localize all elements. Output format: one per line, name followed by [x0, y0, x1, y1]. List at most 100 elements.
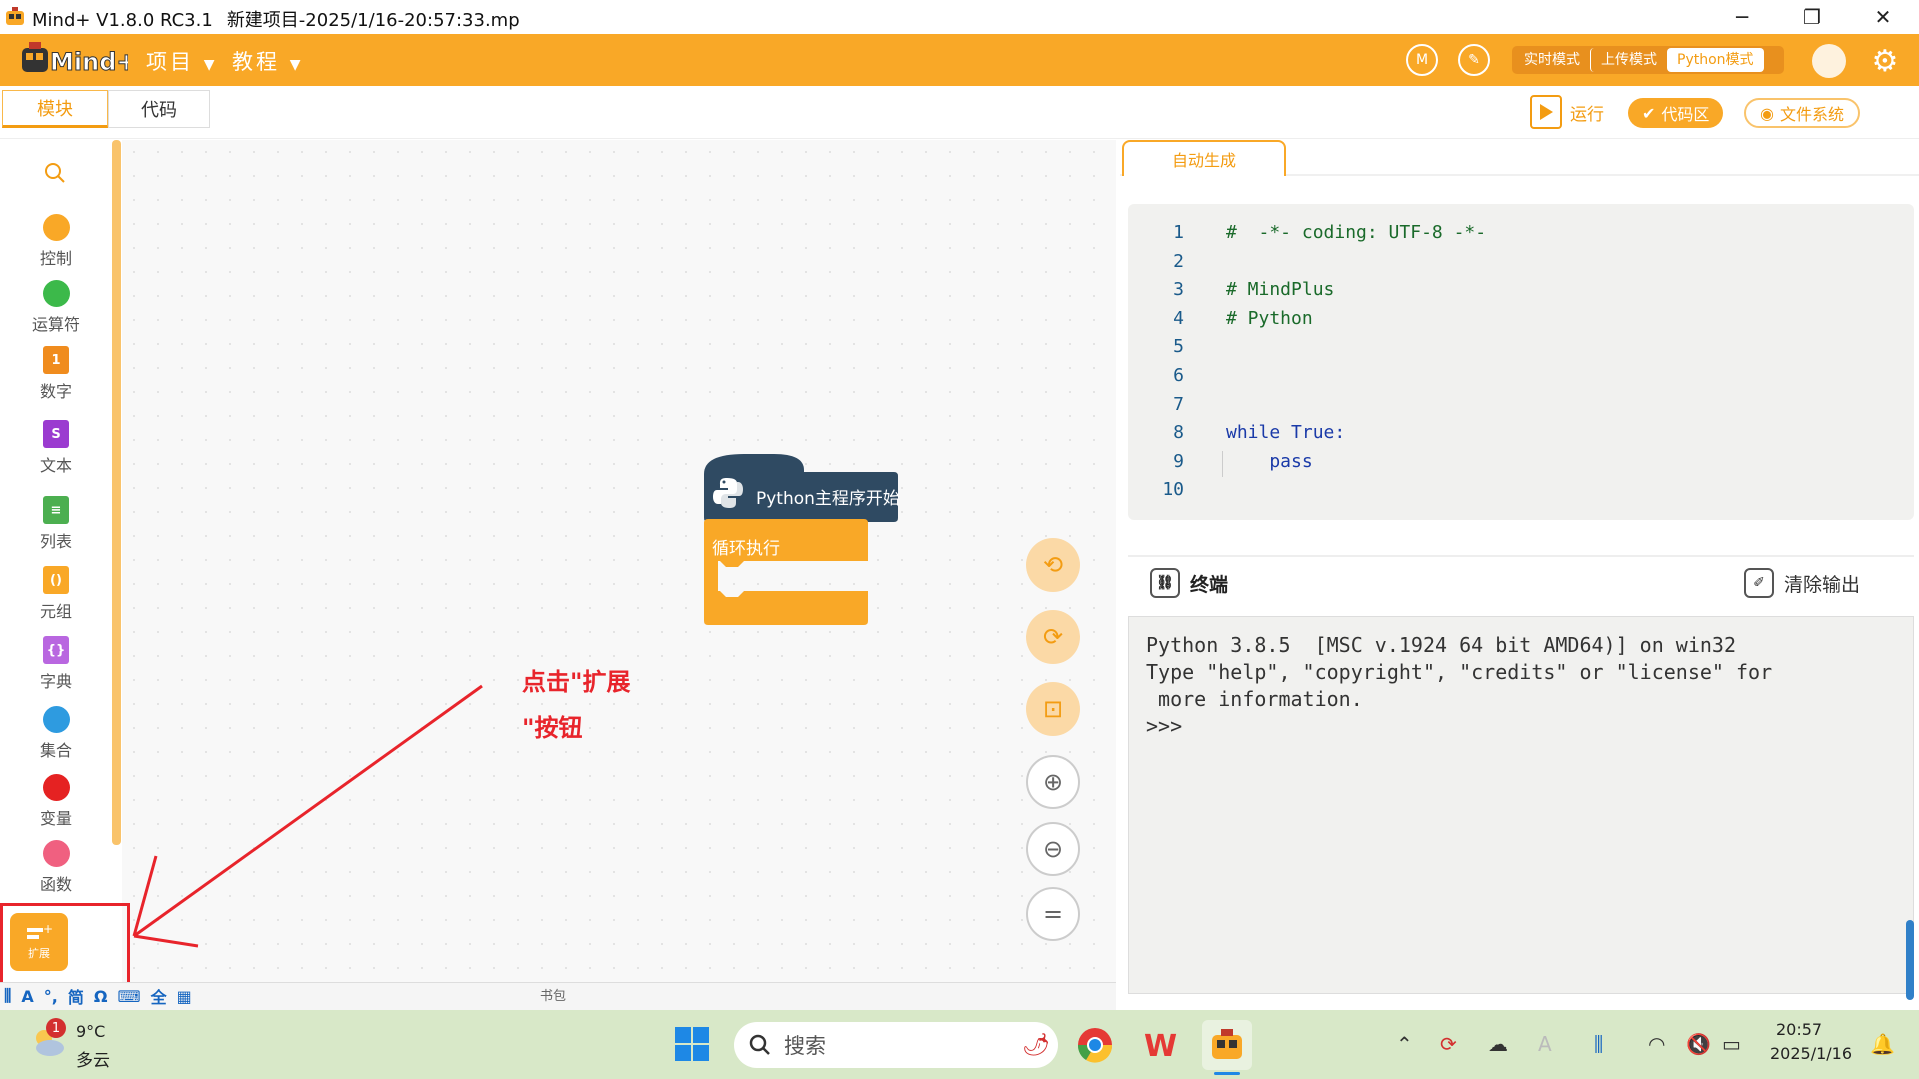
category-label: 元组	[39, 602, 72, 621]
tab-auto-generate[interactable]: 自动生成	[1122, 140, 1286, 176]
chili-pepper-icon: 🌶	[1022, 1032, 1050, 1058]
notification-bell-icon[interactable]: 🔔	[1870, 1032, 1895, 1056]
maximize-button[interactable]: ❐	[1784, 0, 1840, 34]
mindplus-taskbar-icon[interactable]	[1202, 1020, 1252, 1070]
edit-icon[interactable]: ✎	[1458, 44, 1490, 76]
zoom-reset-icon[interactable]: =	[1026, 887, 1080, 941]
undo-icon[interactable]: ⟲	[1026, 538, 1080, 592]
file-system-label: 文件系统	[1779, 105, 1844, 124]
code-line: 9 pass	[1148, 451, 1313, 480]
category-item[interactable]: 运算符	[8, 280, 104, 335]
annotation-line1: 点击"扩展	[522, 668, 631, 696]
svg-text:W: W	[1144, 1029, 1177, 1064]
category-item[interactable]: 函数	[8, 840, 104, 895]
taskbar-search[interactable]: 搜索 🌶	[734, 1022, 1058, 1068]
code-line: 8 while True:	[1148, 422, 1345, 451]
category-color-icon: ≡	[43, 496, 69, 524]
windows-start-icon[interactable]	[674, 1026, 710, 1062]
file-system-toggle[interactable]: ◉ 文件系统	[1744, 98, 1860, 128]
battery-icon[interactable]: ▭	[1722, 1032, 1741, 1056]
line-number: 6	[1173, 365, 1184, 386]
crop-icon[interactable]: ⊡	[1026, 682, 1080, 736]
category-color-icon: {}	[43, 636, 69, 664]
grid-icon[interactable]: ▦	[177, 987, 192, 1006]
ime-simplified[interactable]: 简	[68, 984, 84, 1008]
annotation-line2: "按钮	[522, 714, 583, 742]
annotation-arrow	[132, 684, 483, 948]
cloud-icon[interactable]: ☁	[1488, 1032, 1508, 1056]
category-color-icon	[42, 774, 70, 801]
speaker-muted-icon[interactable]: 🔇	[1686, 1032, 1711, 1056]
user-avatar-icon[interactable]	[1812, 44, 1846, 78]
category-label: 运算符	[31, 315, 80, 334]
run-label: 运行	[1570, 104, 1604, 125]
clock-time[interactable]: 20:57	[1776, 1020, 1822, 1039]
ime-toolbar: ⫼ A °, 简 Ω ⌨ 全 ▦	[4, 984, 192, 1008]
voice-icon[interactable]: ⫼	[4, 986, 11, 1006]
radio-icon: ◉	[1760, 103, 1774, 123]
category-item[interactable]: ≡ 列表	[8, 496, 104, 552]
menu-tutorial-label: 教程	[232, 50, 280, 74]
ime-char-a[interactable]: A	[21, 987, 33, 1006]
code-line: 5	[1148, 336, 1226, 365]
wps-icon[interactable]: W	[1136, 1020, 1186, 1070]
category-item[interactable]: 集合	[8, 706, 104, 761]
menu-project-label: 项目	[146, 50, 194, 74]
search-icon[interactable]	[44, 162, 66, 190]
sync-icon[interactable]: ⟳	[1440, 1032, 1457, 1056]
chevron-up-icon[interactable]: ⌃	[1396, 1032, 1413, 1056]
category-color-icon: ()	[43, 566, 69, 594]
redo-icon[interactable]: ⟳	[1026, 610, 1080, 664]
weather-temperature: 9°C	[76, 1022, 106, 1041]
chrome-icon[interactable]	[1070, 1020, 1120, 1070]
ime-symbol[interactable]: Ω	[94, 987, 108, 1006]
link-icon: ⛓	[1150, 568, 1180, 598]
line-number: 7	[1173, 393, 1184, 415]
category-item[interactable]: () 元组	[8, 566, 104, 622]
category-item[interactable]: 控制	[8, 214, 104, 269]
menu-tutorial[interactable]: 教程 ▼	[232, 46, 303, 76]
category-item[interactable]: {} 字典	[8, 636, 104, 692]
menu-project[interactable]: 项目 ▼	[146, 46, 217, 76]
category-item[interactable]: 变量	[8, 774, 104, 829]
mindplus-logo: Mind+	[20, 40, 137, 80]
category-color-icon	[42, 706, 70, 733]
project-title: 新建项目-2025/1/16-20:57:33.mp	[226, 10, 520, 31]
category-color-icon	[42, 214, 70, 241]
voice-input-icon[interactable]: ⫼	[1594, 1032, 1603, 1056]
zoom-out-icon[interactable]: ⊖	[1026, 822, 1080, 876]
dashboard-icon[interactable]: M	[1406, 44, 1438, 76]
run-button[interactable]: 运行	[1530, 94, 1604, 130]
code-text: while True:	[1226, 422, 1346, 444]
category-label: 字典	[39, 672, 72, 691]
tab-code[interactable]: 代码	[108, 90, 210, 128]
line-number: 10	[1162, 479, 1184, 501]
punctuation-icon[interactable]: °,	[44, 987, 58, 1006]
category-item[interactable]: S 文本	[8, 420, 104, 476]
minimize-button[interactable]: ─	[1714, 0, 1770, 34]
close-button[interactable]: ✕	[1855, 0, 1911, 34]
clock-date[interactable]: 2025/1/16	[1770, 1044, 1852, 1063]
backpack-label[interactable]: 书包	[540, 985, 566, 1004]
zoom-in-icon[interactable]: ⊕	[1026, 755, 1080, 809]
category-item[interactable]: 1 数字	[8, 346, 104, 402]
weather-badge: 1	[46, 1018, 66, 1038]
mode-upload[interactable]: 上传模式	[1590, 48, 1667, 72]
active-app-indicator	[1214, 1072, 1240, 1075]
category-label: 数字	[39, 382, 72, 401]
tab-blocks[interactable]: 模块	[2, 90, 108, 128]
mode-realtime[interactable]: 实时模式	[1514, 48, 1590, 72]
settings-gear-icon[interactable]: ⚙	[1868, 44, 1902, 79]
code-line: 7	[1148, 394, 1226, 423]
code-area-toggle[interactable]: ✔ 代码区	[1628, 98, 1724, 128]
ime-a-icon[interactable]: A	[1538, 1032, 1552, 1056]
wifi-icon[interactable]: ◠	[1648, 1032, 1665, 1056]
terminal-output: Python 3.8.5 [MSC v.1924 64 bit AMD64)] …	[1146, 633, 1773, 738]
terminal-title: ⛓ 终端	[1150, 568, 1228, 598]
terminal-scrollbar[interactable]	[1906, 920, 1914, 1000]
ime-fullwidth[interactable]: 全	[151, 984, 167, 1008]
chevron-down-icon: ▼	[203, 57, 218, 73]
clear-output-button[interactable]: ✐ 清除输出	[1744, 568, 1860, 598]
keyboard-icon[interactable]: ⌨	[117, 987, 140, 1006]
mode-python[interactable]: Python模式	[1667, 48, 1764, 72]
